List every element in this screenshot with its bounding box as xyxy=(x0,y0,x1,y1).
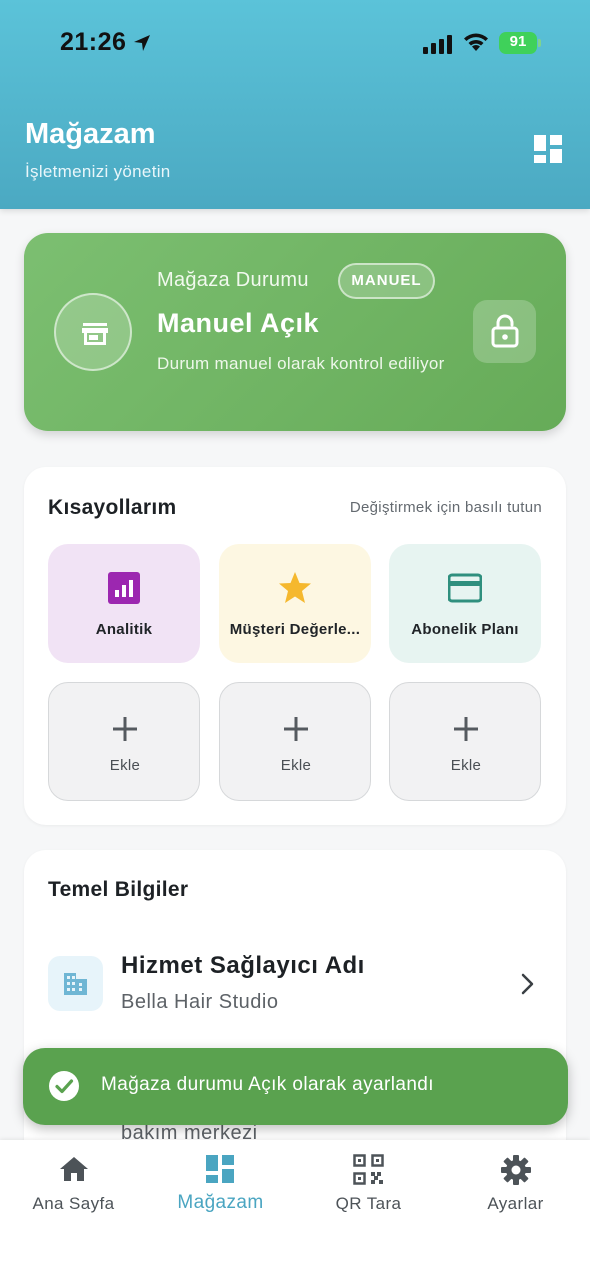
cellular-signal-icon xyxy=(423,35,452,54)
basic-info-title: Temel Bilgiler xyxy=(48,878,189,901)
mode-badge: MANUEL xyxy=(338,263,435,299)
credit-card-icon xyxy=(448,573,482,603)
plus-icon xyxy=(454,717,478,741)
nav-item-qr-scan[interactable]: QR Tara xyxy=(295,1140,442,1240)
nav-label: Ayarlar xyxy=(487,1194,544,1213)
add-label: Ekle xyxy=(280,757,312,774)
shortcuts-card: Kısayollarım Değiştirmek için basılı tut… xyxy=(24,467,566,825)
battery-level: 91 xyxy=(509,33,527,50)
shortcuts-title: Kısayollarım xyxy=(48,496,177,519)
shortcut-label: Müşteri Değerle... xyxy=(229,621,361,638)
location-arrow-icon xyxy=(134,35,150,51)
plus-icon xyxy=(113,717,137,741)
analytics-icon xyxy=(108,572,140,604)
lock-toggle-button[interactable] xyxy=(473,300,536,363)
dashboard-icon xyxy=(206,1155,234,1183)
shortcuts-hint: Değiştirmek için basılı tutun xyxy=(349,499,542,516)
status-bar-time: 21:26 xyxy=(60,28,127,56)
shortcut-reviews[interactable]: Müşteri Değerle... xyxy=(219,544,371,663)
page-subtitle: İşletmenizi yönetin xyxy=(25,162,171,181)
nav-item-store[interactable]: Mağazam xyxy=(147,1140,294,1240)
page-title: Mağazam xyxy=(25,118,156,150)
provider-name-value: Bella Hair Studio xyxy=(121,991,279,1013)
building-icon xyxy=(64,973,87,995)
add-shortcut-button[interactable]: Ekle xyxy=(48,682,200,801)
storefront-icon xyxy=(82,323,108,345)
nav-label: Mağazam xyxy=(177,1192,264,1213)
battery-indicator: 91 xyxy=(499,32,543,54)
provider-icon-box xyxy=(48,956,103,1011)
qr-code-icon xyxy=(353,1154,384,1185)
store-status-card[interactable]: Mağaza Durumu MANUEL Manuel Açık Durum m… xyxy=(24,233,566,431)
shortcut-label: Analitik xyxy=(95,621,153,638)
nav-label: QR Tara xyxy=(335,1194,402,1213)
home-icon xyxy=(60,1157,88,1181)
shortcut-analytics[interactable]: Analitik xyxy=(48,544,200,663)
toast-message: Mağaza durumu Açık olarak ayarlandı xyxy=(101,1074,434,1095)
store-status-label: Mağaza Durumu xyxy=(157,269,309,291)
settings-icon xyxy=(501,1155,531,1185)
store-icon-circle xyxy=(54,293,132,371)
shortcut-label: Abonelik Planı xyxy=(411,621,519,638)
star-icon xyxy=(279,572,311,603)
shortcut-subscription[interactable]: Abonelik Planı xyxy=(389,544,541,663)
app-header: 21:26 91 Mağazam İşletmenizi yönetin xyxy=(0,0,590,209)
toast-notification: Mağaza durumu Açık olarak ayarlandı xyxy=(23,1048,568,1125)
chevron-right-icon[interactable] xyxy=(520,972,536,996)
add-label: Ekle xyxy=(109,757,141,774)
nav-item-settings[interactable]: Ayarlar xyxy=(442,1140,589,1240)
add-label: Ekle xyxy=(450,757,482,774)
dashboard-layout-icon[interactable] xyxy=(533,134,563,164)
check-circle-icon xyxy=(49,1071,79,1101)
store-status-description: Durum manuel olarak kontrol ediliyor xyxy=(157,354,445,373)
nav-label: Ana Sayfa xyxy=(32,1194,115,1213)
unlock-icon xyxy=(491,314,519,348)
nav-item-home[interactable]: Ana Sayfa xyxy=(0,1140,147,1240)
plus-icon xyxy=(284,717,308,741)
store-status-value: Manuel Açık xyxy=(157,308,320,338)
add-shortcut-button[interactable]: Ekle xyxy=(219,682,371,801)
wifi-icon xyxy=(464,33,488,51)
provider-name-label: Hizmet Sağlayıcı Adı xyxy=(121,952,365,979)
bottom-navigation: Ana Sayfa Mağazam QR Tara Ayarlar xyxy=(0,1140,590,1279)
add-shortcut-button[interactable]: Ekle xyxy=(389,682,541,801)
